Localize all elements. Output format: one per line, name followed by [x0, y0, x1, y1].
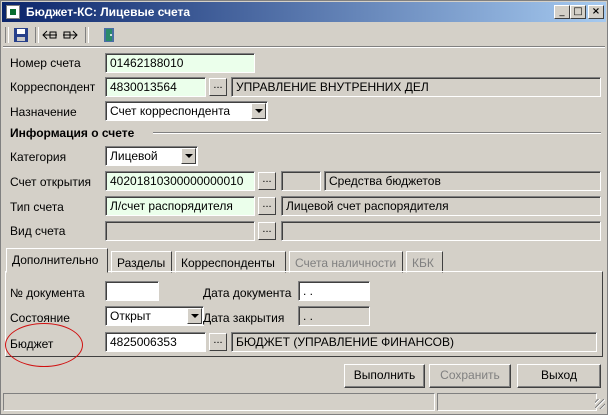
- doc-number-field[interactable]: [105, 281, 159, 301]
- status-bar-right: [437, 393, 597, 411]
- category-label: Категория: [10, 150, 67, 164]
- chevron-down-icon[interactable]: [181, 148, 196, 164]
- account-kind-field[interactable]: [105, 221, 255, 241]
- budget-lookup-button[interactable]: ...: [209, 333, 227, 351]
- tab-correspondents[interactable]: Корреспонденты: [175, 251, 286, 273]
- title-bar[interactable]: Бюджет-КС: Лицевые счета _ □ ×: [2, 2, 606, 22]
- category-value: Лицевой: [110, 149, 158, 163]
- budget-name-field: БЮДЖЕТ (УПРАВЛЕНИЕ ФИНАНСОВ): [231, 332, 597, 352]
- purpose-select[interactable]: Счет корреспондента: [105, 101, 268, 121]
- account-type-field[interactable]: Л/счет распорядителя: [105, 196, 255, 216]
- correspondent-lookup-button[interactable]: ...: [209, 78, 227, 96]
- account-type-lookup-button[interactable]: ...: [258, 197, 276, 215]
- correspondent-code-field[interactable]: 4830013564: [105, 77, 206, 97]
- execute-button[interactable]: Выполнить: [344, 364, 425, 388]
- opening-account-code-field: [281, 171, 321, 191]
- category-select[interactable]: Лицевой: [105, 146, 198, 166]
- doc-number-label: № документа: [10, 286, 85, 300]
- state-value: Открыт: [110, 309, 151, 323]
- save-button: Сохранить: [429, 364, 511, 388]
- purpose-value: Счет корреспондента: [110, 104, 231, 118]
- tab-additional[interactable]: Дополнительно: [6, 248, 108, 273]
- move-left-icon[interactable]: [41, 27, 59, 43]
- close-date-label: Дата закрытия: [203, 311, 285, 325]
- move-right-icon[interactable]: [61, 27, 79, 43]
- toolbar-grip: [5, 27, 9, 43]
- chevron-down-icon[interactable]: [187, 308, 202, 324]
- correspondent-label: Корреспондент: [10, 80, 96, 94]
- resize-grip[interactable]: [595, 399, 605, 409]
- tab-kbk: КБК: [406, 251, 443, 273]
- state-select[interactable]: Открыт: [105, 306, 204, 326]
- toolbar: [3, 24, 605, 47]
- toolbar-separator: [85, 27, 89, 43]
- purpose-label: Назначение: [10, 105, 77, 119]
- account-info-heading: Информация о счете: [10, 126, 135, 140]
- close-button[interactable]: ×: [588, 5, 604, 19]
- close-date-field: . .: [298, 306, 370, 326]
- opening-account-lookup-button[interactable]: ...: [258, 172, 276, 190]
- exit-door-icon[interactable]: [101, 27, 119, 43]
- account-kind-label: Вид счета: [10, 224, 66, 238]
- doc-date-label: Дата документа: [203, 286, 292, 300]
- status-bar-left: [3, 393, 435, 411]
- window-title: Бюджет-КС: Лицевые счета: [26, 5, 191, 19]
- chevron-down-icon[interactable]: [251, 103, 266, 119]
- account-type-name-field: Лицевой счет распорядителя: [281, 196, 601, 216]
- account-number-field[interactable]: 01462188010: [105, 53, 255, 73]
- opening-account-field[interactable]: 40201810300000000010: [105, 171, 255, 191]
- tab-cash-accounts: Счета наличности: [289, 251, 403, 273]
- account-kind-name-field: [281, 221, 601, 241]
- minimize-button[interactable]: _: [554, 5, 570, 19]
- window: Бюджет-КС: Лицевые счета _ □ × Номер сче…: [0, 0, 608, 415]
- tab-sections[interactable]: Разделы: [111, 251, 172, 273]
- account-type-label: Тип счета: [10, 200, 64, 214]
- save-icon[interactable]: [13, 27, 31, 43]
- exit-button[interactable]: Выход: [517, 364, 601, 388]
- group-divider: [153, 132, 601, 134]
- toolbar-separator: [35, 27, 39, 43]
- correspondent-name-field: УПРАВЛЕНИЕ ВНУТРЕННИХ ДЕЛ: [231, 77, 601, 97]
- opening-account-name-field: Средства бюджетов: [324, 171, 601, 191]
- account-number-label: Номер счета: [10, 56, 81, 70]
- doc-date-field[interactable]: . .: [298, 281, 370, 301]
- maximize-button[interactable]: □: [570, 5, 586, 19]
- highlight-annotation: [5, 323, 83, 367]
- app-icon: [6, 5, 20, 19]
- budget-code-field[interactable]: 4825006353: [105, 332, 206, 352]
- opening-account-label: Счет открытия: [10, 175, 92, 189]
- account-kind-lookup-button[interactable]: ...: [258, 222, 276, 240]
